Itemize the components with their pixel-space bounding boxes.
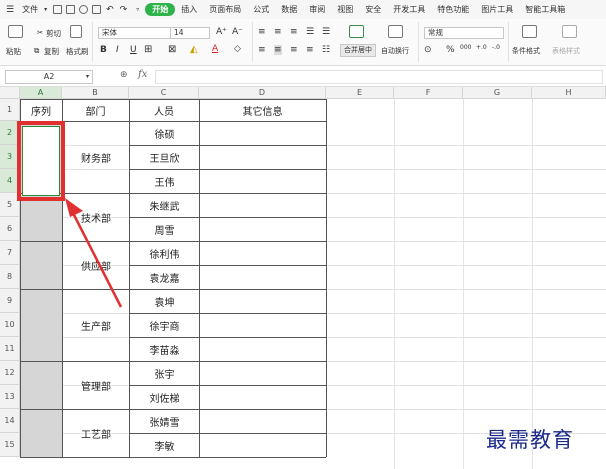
justify-icon[interactable]: ≡	[306, 45, 314, 55]
conditional-format-icon[interactable]	[522, 25, 537, 38]
merge-icon[interactable]	[349, 25, 364, 38]
formula-bar: A2 ▾ ⊕ fx	[0, 67, 606, 87]
chevron-down-icon[interactable]: ▾	[44, 6, 47, 13]
toolbar-divider	[92, 22, 93, 62]
paste-button[interactable]: 粘贴	[6, 46, 21, 57]
tab-formulas[interactable]: 公式	[247, 0, 275, 19]
indent-decrease-icon[interactable]: ☰	[306, 27, 314, 37]
copy-button[interactable]: 复制	[44, 46, 59, 57]
align-middle-icon[interactable]: ≡	[274, 27, 282, 37]
align-top-icon[interactable]: ≡	[258, 27, 266, 37]
fx-icon[interactable]: fx	[138, 69, 147, 80]
bold-icon[interactable]: B	[100, 45, 107, 55]
conditional-format-button[interactable]: 条件格式	[512, 46, 540, 56]
increase-font-icon[interactable]: A⁺	[216, 27, 227, 37]
toolbar-divider	[508, 22, 509, 62]
tab-review[interactable]: 审阅	[303, 0, 331, 19]
tab-developer[interactable]: 开发工具	[387, 0, 431, 19]
fill-color-icon[interactable]: ⊠	[168, 44, 176, 55]
file-menu[interactable]: 文件	[16, 0, 44, 19]
italic-icon[interactable]: I	[116, 45, 119, 55]
decrease-font-icon[interactable]: A⁻	[232, 27, 243, 37]
formula-input[interactable]	[155, 70, 603, 84]
paste-icon[interactable]	[8, 25, 23, 38]
pointer-arrow-icon	[65, 198, 123, 308]
tab-picture-tools[interactable]: 图片工具	[475, 0, 519, 19]
spreadsheet-grid[interactable]: A B C D E F G H 1 2 3 4 5 6 7 8 9 10 11 …	[0, 87, 606, 469]
print-icon[interactable]	[79, 5, 89, 14]
chevron-down-icon[interactable]: ▾	[86, 71, 89, 83]
merge-center-button[interactable]: 合并居中	[340, 44, 376, 57]
tab-data[interactable]: 数据	[275, 0, 303, 19]
save-icon[interactable]	[53, 5, 63, 14]
cut-icon[interactable]: ✂	[37, 28, 43, 37]
format-painter-icon[interactable]	[70, 25, 82, 38]
align-left-icon[interactable]: ≡	[258, 45, 266, 55]
wrap-text-icon[interactable]	[388, 25, 403, 38]
align-center-icon[interactable]: ≡	[274, 45, 282, 55]
tab-smart-toolbox[interactable]: 智能工具箱	[519, 0, 571, 19]
zoom-icon[interactable]: ⊕	[120, 70, 128, 80]
export-icon[interactable]	[66, 5, 76, 14]
percent-icon[interactable]: %	[446, 45, 455, 55]
toolbar-divider	[418, 22, 419, 62]
watermark-text: 最需教育	[486, 428, 574, 452]
tab-security[interactable]: 安全	[359, 0, 387, 19]
name-box[interactable]: A2 ▾	[5, 70, 93, 84]
align-right-icon[interactable]: ≡	[290, 45, 298, 55]
align-bottom-icon[interactable]: ≡	[290, 27, 298, 37]
cut-button[interactable]: 剪切	[46, 28, 61, 39]
decrease-decimal-icon[interactable]: -.0	[492, 44, 500, 51]
thousands-icon[interactable]: 000	[460, 44, 471, 51]
copy-icon[interactable]: ⧉	[34, 46, 39, 56]
tab-view[interactable]: 视图	[331, 0, 359, 19]
clear-format-icon[interactable]: ◇	[234, 44, 241, 54]
underline-icon[interactable]: U	[130, 45, 137, 55]
table-style-icon[interactable]	[562, 25, 577, 38]
menu-bar: ☰ 文件 ▾ ↶ ↷ ▿ 开始 插入 页面布局 公式 数据 审阅 视图 安全 开…	[0, 0, 606, 19]
wrap-text-button[interactable]: 自动换行	[381, 46, 409, 56]
ribbon-toolbar: 粘贴 ✂ 剪切 ⧉ 复制 格式刷 宋体 14 A⁺ A⁻ B I U ⊞ ⊠ ◭…	[0, 19, 606, 66]
indent-increase-icon[interactable]: ☰	[322, 27, 330, 37]
tab-page-layout[interactable]: 页面布局	[203, 0, 247, 19]
font-color-icon[interactable]: A	[212, 44, 218, 54]
highlight-icon[interactable]: ◭	[190, 44, 198, 55]
preview-icon[interactable]	[92, 5, 102, 14]
cell-reference: A2	[43, 72, 55, 81]
tab-home[interactable]: 开始	[145, 3, 176, 16]
font-size-select[interactable]: 14	[170, 27, 210, 39]
hamburger-menu-icon[interactable]: ☰	[4, 5, 16, 15]
distribute-icon[interactable]: ☷	[322, 45, 330, 55]
tab-insert[interactable]: 插入	[175, 0, 203, 19]
increase-decimal-icon[interactable]: +.0	[476, 44, 487, 51]
format-painter-button[interactable]: 格式刷	[66, 46, 89, 57]
currency-icon[interactable]: ⊙	[424, 45, 432, 55]
redo-icon[interactable]: ↷	[120, 5, 128, 15]
more-icon[interactable]: ▿	[136, 6, 139, 13]
table-style-button[interactable]: 表格样式	[552, 46, 580, 56]
border-icon[interactable]: ⊞	[144, 44, 152, 55]
undo-icon[interactable]: ↶	[106, 5, 114, 15]
tab-features[interactable]: 特色功能	[431, 0, 475, 19]
number-format-select[interactable]: 常规	[424, 27, 504, 39]
toolbar-divider	[252, 22, 253, 62]
